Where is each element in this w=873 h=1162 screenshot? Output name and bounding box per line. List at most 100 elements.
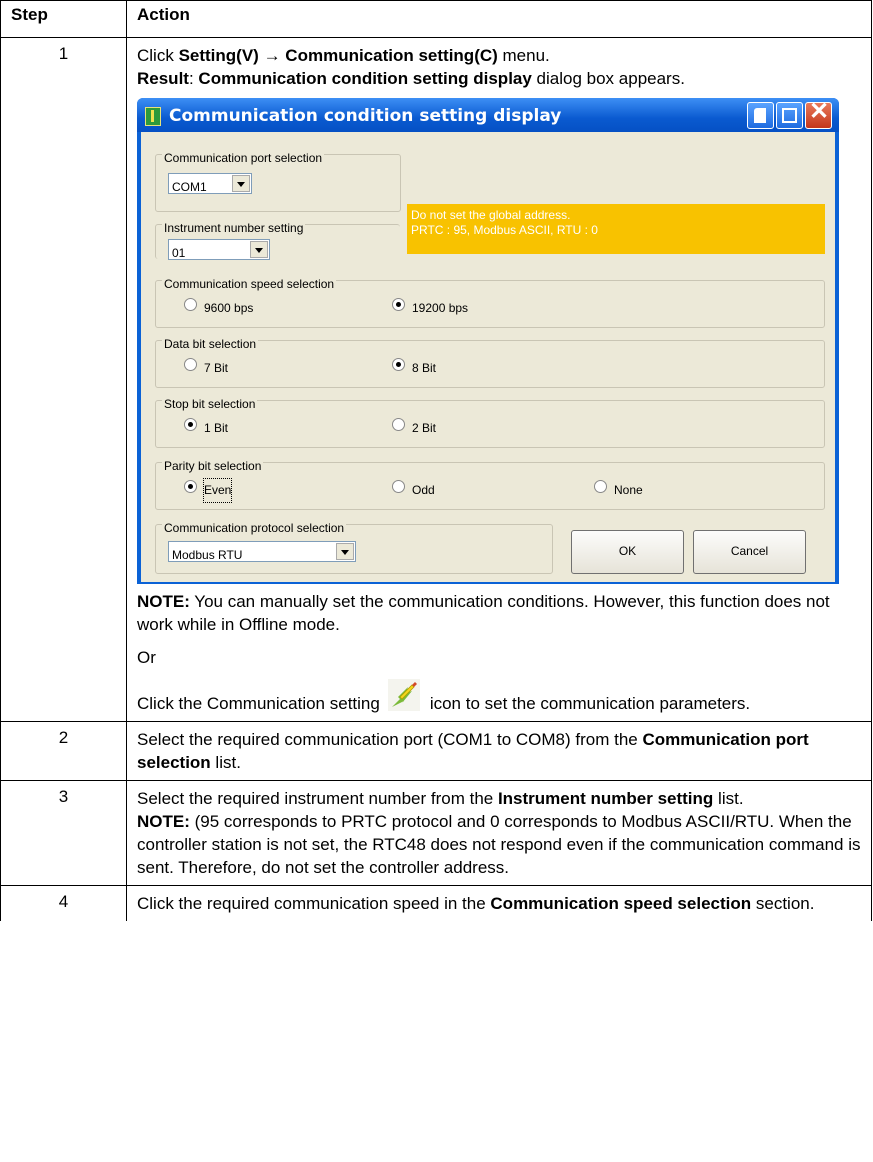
result-label: Result <box>137 69 189 88</box>
dialog-titlebar: Communication condition setting display … <box>137 98 839 132</box>
result-line: Result: Communication condition setting … <box>137 67 865 90</box>
comm-dialog-screenshot: Communication condition setting display … <box>137 98 839 584</box>
minimize-icon[interactable] <box>747 102 774 129</box>
parity-group: Parity bit selection Even Odd None <box>155 455 825 510</box>
port-group-label: Communication port selection <box>162 147 325 170</box>
text: Click the Communication setting <box>137 694 380 713</box>
radio-icon[interactable] <box>184 298 197 311</box>
radio-label: 1 Bit <box>204 421 229 435</box>
text: icon to set the communication parameters… <box>429 694 751 713</box>
table-row: 2 Select the required communication port… <box>0 721 872 781</box>
chevron-down-icon[interactable] <box>250 241 268 258</box>
table-row: 1 Click Setting(V) → Communication setti… <box>0 37 872 722</box>
databit-group-label: Data bit selection <box>162 333 259 356</box>
stopbit-group-label: Stop bit selection <box>162 393 258 416</box>
radio-icon[interactable] <box>184 480 197 493</box>
action-header: Action <box>126 0 872 38</box>
protocol-select[interactable]: Modbus RTU <box>168 541 356 562</box>
cancel-button[interactable]: Cancel <box>693 530 806 574</box>
note-label: NOTE: <box>137 592 190 611</box>
radio-label: 8 Bit <box>412 361 437 375</box>
databit-group: Data bit selection 7 Bit 8 Bit <box>155 333 825 388</box>
radio-label: None <box>614 483 643 497</box>
instrument-group-label: Instrument number setting <box>162 217 306 240</box>
action-cell: Click Setting(V) → Communication setting… <box>126 37 872 722</box>
close-icon[interactable]: ✕ <box>805 100 832 129</box>
protocol-value: Modbus RTU <box>172 548 243 562</box>
radio-icon[interactable] <box>392 418 405 431</box>
radio-label: 19200 bps <box>412 301 469 315</box>
icon-instruction: Click the Communication setting icon to s… <box>137 679 865 715</box>
chevron-down-icon[interactable] <box>232 175 250 192</box>
text: dialog box appears. <box>531 69 685 88</box>
warning-line: Do not set the global address. <box>411 208 571 222</box>
note-text: (95 corresponds to PRTC protocol and 0 c… <box>137 812 861 877</box>
step-header: Step <box>0 0 127 38</box>
radio-icon[interactable] <box>184 358 197 371</box>
port-group: Communication port selection COM1 <box>155 147 401 212</box>
app-icon <box>145 107 161 126</box>
instruction-line: Select the required instrument number fr… <box>137 787 865 810</box>
radio-icon[interactable] <box>594 480 607 493</box>
stopbit-group: Stop bit selection 1 Bit 2 Bit <box>155 393 825 448</box>
protocol-group: Communication protocol selection Modbus … <box>155 517 553 574</box>
text: Select the required instrument number fr… <box>137 789 498 808</box>
radio-icon[interactable] <box>392 480 405 493</box>
step-number: 2 <box>0 721 127 781</box>
parity-group-label: Parity bit selection <box>162 455 264 478</box>
port-select[interactable]: COM1 <box>168 173 252 194</box>
action-cell: Click the required communication speed i… <box>126 885 872 921</box>
menu-setting: Setting(V) <box>178 46 259 65</box>
text: section. <box>751 894 815 913</box>
speed-group-label: Communication speed selection <box>162 273 337 296</box>
action-cell: Select the required instrument number fr… <box>126 780 872 886</box>
ok-button[interactable]: OK <box>571 530 684 574</box>
radio-label: Odd <box>412 483 435 497</box>
action-cell: Select the required communication port (… <box>126 721 872 781</box>
note-paragraph: NOTE: You can manually set the communica… <box>137 590 865 636</box>
radio-label: Even <box>202 478 233 503</box>
radio-label: 7 Bit <box>204 361 229 375</box>
text: Select the required communication port (… <box>137 730 643 749</box>
table-row: 4 Click the required communication speed… <box>0 885 872 921</box>
table-row: 3 Select the required instrument number … <box>0 780 872 886</box>
warning-line: PRTC : 95, Modbus ASCII, RTU : 0 <box>411 223 598 237</box>
dialog-title: Communication condition setting display <box>169 106 562 126</box>
maximize-icon[interactable] <box>776 102 803 129</box>
address-warning: Do not set the global address. PRTC : 95… <box>407 204 825 254</box>
dialog-name: Communication condition setting display <box>198 69 532 88</box>
radio-icon[interactable] <box>392 298 405 311</box>
menu-comm: Communication setting(C) <box>285 46 498 65</box>
procedure-table: Step Action 1 Click Setting(V) → Communi… <box>0 0 872 921</box>
header-row: Step Action <box>0 0 872 38</box>
step-number: 1 <box>0 37 127 722</box>
instruction-line: Click Setting(V) → Communication setting… <box>137 44 865 67</box>
radio-icon[interactable] <box>392 358 405 371</box>
protocol-group-label: Communication protocol selection <box>162 517 347 540</box>
text: Click the required communication speed i… <box>137 894 491 913</box>
text: list. <box>210 753 241 772</box>
lightning-pencil-icon <box>387 679 420 711</box>
speed-group: Communication speed selection 9600 bps 1… <box>155 273 825 328</box>
chevron-down-icon[interactable] <box>336 543 354 560</box>
radio-label: 2 Bit <box>412 421 437 435</box>
ui-reference: Instrument number setting <box>497 789 714 808</box>
step-number: 3 <box>0 780 127 886</box>
dialog-client: Communication port selection COM1 Instru… <box>141 132 835 582</box>
note-label: NOTE: <box>137 812 190 831</box>
instrument-value: 01 <box>172 246 186 260</box>
ui-reference: Communication speed selection <box>490 894 752 913</box>
note-text: You can manually set the communication c… <box>137 592 830 634</box>
port-value: COM1 <box>172 180 207 194</box>
or-text: Or <box>137 648 156 667</box>
instrument-select[interactable]: 01 <box>168 239 270 260</box>
radio-icon[interactable] <box>184 418 197 431</box>
text: list. <box>713 789 744 808</box>
text: Click <box>137 46 179 65</box>
instrument-group: Instrument number setting 01 <box>155 217 400 260</box>
step-number: 4 <box>0 885 127 921</box>
text: : <box>188 69 199 88</box>
arrow: → <box>258 46 286 65</box>
text: menu. <box>497 46 550 65</box>
radio-label: 9600 bps <box>204 301 254 315</box>
